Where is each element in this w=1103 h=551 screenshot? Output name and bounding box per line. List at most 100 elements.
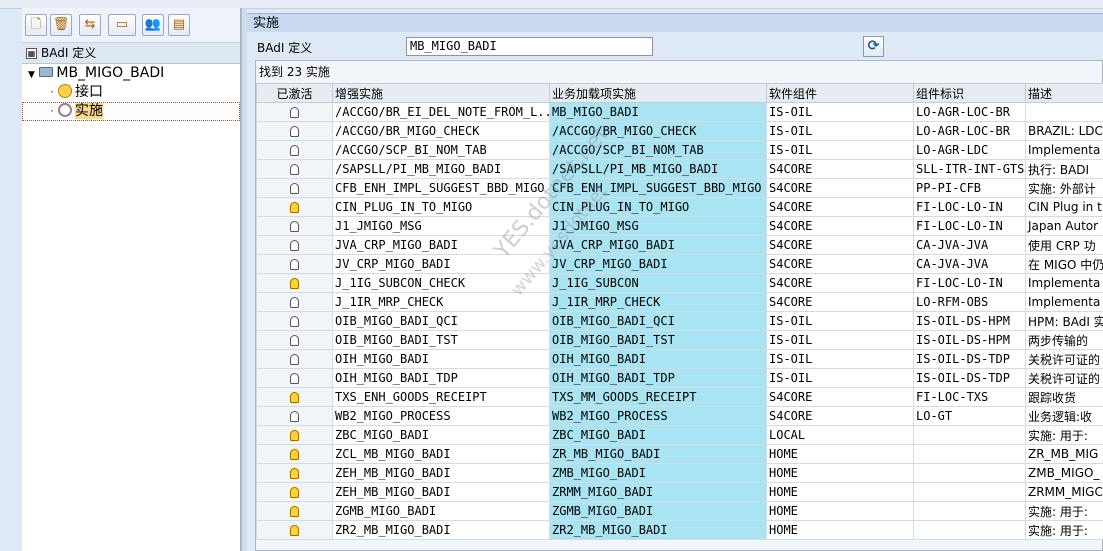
software-component-cell[interactable]: S4CORE	[766, 273, 914, 293]
badi-impl-cell[interactable]: TXS_MM_GOODS_RECEIPT	[549, 387, 767, 407]
enhancement-impl-cell[interactable]: OIB_MIGO_BADI_QCI	[332, 311, 550, 331]
enhancement-impl-cell[interactable]: CFB_ENH_IMPL_SUGGEST_BBD_MIGO	[332, 178, 550, 198]
component-id-cell[interactable]	[913, 501, 1026, 521]
tree-node-interface[interactable]: · 接口	[22, 83, 240, 102]
table-row[interactable]: JVA_CRP_MIGO_BADI JVA_CRP_MIGO_BADI S4CORE…	[256, 235, 1103, 255]
enhancement-impl-cell[interactable]: ZR2_MB_MIGO_BADI	[332, 520, 550, 540]
component-id-cell[interactable]	[913, 520, 1026, 540]
component-id-cell[interactable]: FI-LOC-LO-IN	[913, 197, 1026, 217]
software-component-cell[interactable]: HOME	[766, 520, 914, 540]
table-row[interactable]: CFB_ENH_IMPL_SUGGEST_BBD_MIGO CFB_ENH_IMP…	[256, 178, 1103, 198]
badi-impl-cell[interactable]: CIN_PLUG_IN_TO_MIGO	[549, 197, 767, 217]
table-row[interactable]: J_1IR_MRP_CHECK J_1IR_MRP_CHECK S4CORE LO-R…	[256, 292, 1103, 312]
description-cell[interactable]: BRAZIL: LDC	[1025, 121, 1103, 141]
software-component-cell[interactable]: HOME	[766, 501, 914, 521]
description-cell[interactable]: 实施: 外部计	[1025, 178, 1103, 198]
badi-impl-cell[interactable]: ZRMM_MIGO_BADI	[549, 482, 767, 502]
badi-impl-cell[interactable]: WB2_MIGO_PROCESS	[549, 406, 767, 426]
settings-icon[interactable]: ▭	[108, 14, 136, 36]
enhancement-impl-cell[interactable]: J_1IR_MRP_CHECK	[332, 292, 550, 312]
enhancement-impl-cell[interactable]: J_1IG_SUBCON_CHECK	[332, 273, 550, 293]
users-icon[interactable]: 👥	[142, 14, 164, 36]
enhancement-impl-cell[interactable]: /ACCGO/BR_EI_DEL_NOTE_FROM_L...	[332, 102, 550, 122]
enhancement-impl-cell[interactable]: /ACCGO/BR_MIGO_CHECK	[332, 121, 550, 141]
enhancement-impl-cell[interactable]: JVA_CRP_MIGO_BADI	[332, 235, 550, 255]
software-component-cell[interactable]: IS-OIL	[766, 330, 914, 350]
enhancement-impl-cell[interactable]: TXS_ENH_GOODS_RECEIPT	[332, 387, 550, 407]
description-cell[interactable]: ZRMM_MIGC	[1025, 482, 1103, 502]
description-cell[interactable]	[1025, 102, 1103, 122]
badi-impl-cell[interactable]: OIH_MIGO_BADI_TDP	[549, 368, 767, 388]
component-id-cell[interactable]	[913, 425, 1026, 445]
software-component-cell[interactable]: HOME	[766, 444, 914, 464]
software-component-cell[interactable]: IS-OIL	[766, 121, 914, 141]
software-component-cell[interactable]: IS-OIL	[766, 140, 914, 160]
software-component-cell[interactable]: S4CORE	[766, 292, 914, 312]
badi-impl-cell[interactable]: ZBC_MIGO_BADI	[549, 425, 767, 445]
component-id-cell[interactable]: IS-OIL-DS-TDP	[913, 368, 1026, 388]
enhancement-impl-cell[interactable]: /SAPSLL/PI_MB_MIGO_BADI	[332, 159, 550, 179]
software-component-cell[interactable]: S4CORE	[766, 235, 914, 255]
column-header-description[interactable]: 描述	[1025, 83, 1103, 103]
table-row[interactable]: J_1IG_SUBCON_CHECK J_1IG_SUBCON S4CORE FI-L…	[256, 273, 1103, 293]
enhancement-impl-cell[interactable]: ZGMB_MIGO_BADI	[332, 501, 550, 521]
table-row[interactable]: TXS_ENH_GOODS_RECEIPT TXS_MM_GOODS_RECEIP…	[256, 387, 1103, 407]
software-component-cell[interactable]: IS-OIL	[766, 311, 914, 331]
description-cell[interactable]: Japan Autor	[1025, 216, 1103, 236]
software-component-cell[interactable]: S4CORE	[766, 406, 914, 426]
software-component-cell[interactable]: HOME	[766, 463, 914, 483]
component-id-cell[interactable]	[913, 482, 1026, 502]
column-header-component-id[interactable]: 组件标识	[913, 83, 1026, 103]
software-component-cell[interactable]: LOCAL	[766, 425, 914, 445]
tree-node-badi[interactable]: ▼ MB_MIGO_BADI	[22, 64, 240, 83]
table-row[interactable]: /ACCGO/BR_EI_DEL_NOTE_FROM_L... MB_MIGO_B…	[256, 102, 1103, 122]
collapse-icon[interactable]: ▼	[28, 70, 35, 80]
description-cell[interactable]: 在 MIGO 中仍	[1025, 254, 1103, 274]
transport-icon[interactable]: ⇆	[79, 14, 101, 36]
component-id-cell[interactable]: LO-RFM-OBS	[913, 292, 1026, 312]
software-component-cell[interactable]: IS-OIL	[766, 102, 914, 122]
table-row[interactable]: ZEH_MB_MIGO_BADI ZMB_MIGO_BADI HOME ZMB_MIG…	[256, 463, 1103, 483]
enhancement-impl-cell[interactable]: ZEH_MB_MIGO_BADI	[332, 482, 550, 502]
description-cell[interactable]: 两步传输的	[1025, 330, 1103, 350]
badi-impl-cell[interactable]: ZR_MB_MIGO_BADI	[549, 444, 767, 464]
badi-impl-cell[interactable]: JV_CRP_MIGO_BADI	[549, 254, 767, 274]
enhancement-impl-cell[interactable]: J1_JMIGO_MSG	[332, 216, 550, 236]
description-cell[interactable]: 使用 CRP 功	[1025, 235, 1103, 255]
docs-icon[interactable]: ▤	[168, 14, 190, 36]
table-row[interactable]: ZR2_MB_MIGO_BADI ZR2_MB_MIGO_BADI HOME 实施: …	[256, 520, 1103, 540]
description-cell[interactable]: 跟踪收货	[1025, 387, 1103, 407]
table-row[interactable]: OIB_MIGO_BADI_TST OIB_MIGO_BADI_TST IS-OIL…	[256, 330, 1103, 350]
badi-impl-cell[interactable]: J1_JMIGO_MSG	[549, 216, 767, 236]
component-id-cell[interactable]: LO-AGR-LOC-BR	[913, 102, 1026, 122]
table-row[interactable]: OIH_MIGO_BADI OIH_MIGO_BADI IS-OIL IS-OIL-D…	[256, 349, 1103, 369]
component-id-cell[interactable]: FI-LOC-LO-IN	[913, 216, 1026, 236]
enhancement-impl-cell[interactable]: ZBC_MIGO_BADI	[332, 425, 550, 445]
enhancement-impl-cell[interactable]: OIH_MIGO_BADI_TDP	[332, 368, 550, 388]
badi-definition-field[interactable]: MB_MIGO_BADI	[406, 37, 653, 56]
table-row[interactable]: OIB_MIGO_BADI_QCI OIB_MIGO_BADI_QCI IS-OIL…	[256, 311, 1103, 331]
description-cell[interactable]: Implementa	[1025, 273, 1103, 293]
badi-impl-cell[interactable]: /ACCGO/BR_MIGO_CHECK	[549, 121, 767, 141]
column-header-software-component[interactable]: 软件组件	[766, 83, 914, 103]
badi-impl-cell[interactable]: /SAPSLL/PI_MB_MIGO_BADI	[549, 159, 767, 179]
description-cell[interactable]: 实施: 用于:	[1025, 425, 1103, 445]
software-component-cell[interactable]: IS-OIL	[766, 368, 914, 388]
software-component-cell[interactable]: S4CORE	[766, 197, 914, 217]
table-row[interactable]: OIH_MIGO_BADI_TDP OIH_MIGO_BADI_TDP IS-OIL…	[256, 368, 1103, 388]
component-id-cell[interactable]: IS-OIL-DS-HPM	[913, 330, 1026, 350]
table-row[interactable]: ZBC_MIGO_BADI ZBC_MIGO_BADI LOCAL 实施: 用于:	[256, 425, 1103, 445]
column-header-enhancement-impl[interactable]: 增强实施	[332, 83, 550, 103]
software-component-cell[interactable]: HOME	[766, 482, 914, 502]
badi-impl-cell[interactable]: OIH_MIGO_BADI	[549, 349, 767, 369]
new-icon[interactable]: 🗋	[25, 14, 47, 36]
table-row[interactable]: J1_JMIGO_MSG J1_JMIGO_MSG S4CORE FI-LOC-LO-…	[256, 216, 1103, 236]
component-id-cell[interactable]	[913, 463, 1026, 483]
table-row[interactable]: /ACCGO/BR_MIGO_CHECK/ACCGO/BR_MIGO_CHECK…	[256, 121, 1103, 141]
table-row[interactable]: /ACCGO/SCP_BI_NOM_TAB/ACCGO/SCP_BI_NOM_T…	[256, 140, 1103, 160]
description-cell[interactable]: 执行: BADI	[1025, 159, 1103, 179]
table-row[interactable]: WB2_MIGO_PROCESS WB2_MIGO_PROCESS S4CORE LO…	[256, 406, 1103, 426]
component-id-cell[interactable]: FI-LOC-TXS	[913, 387, 1026, 407]
component-id-cell[interactable]: LO-GT	[913, 406, 1026, 426]
badi-impl-cell[interactable]: J_1IR_MRP_CHECK	[549, 292, 767, 312]
